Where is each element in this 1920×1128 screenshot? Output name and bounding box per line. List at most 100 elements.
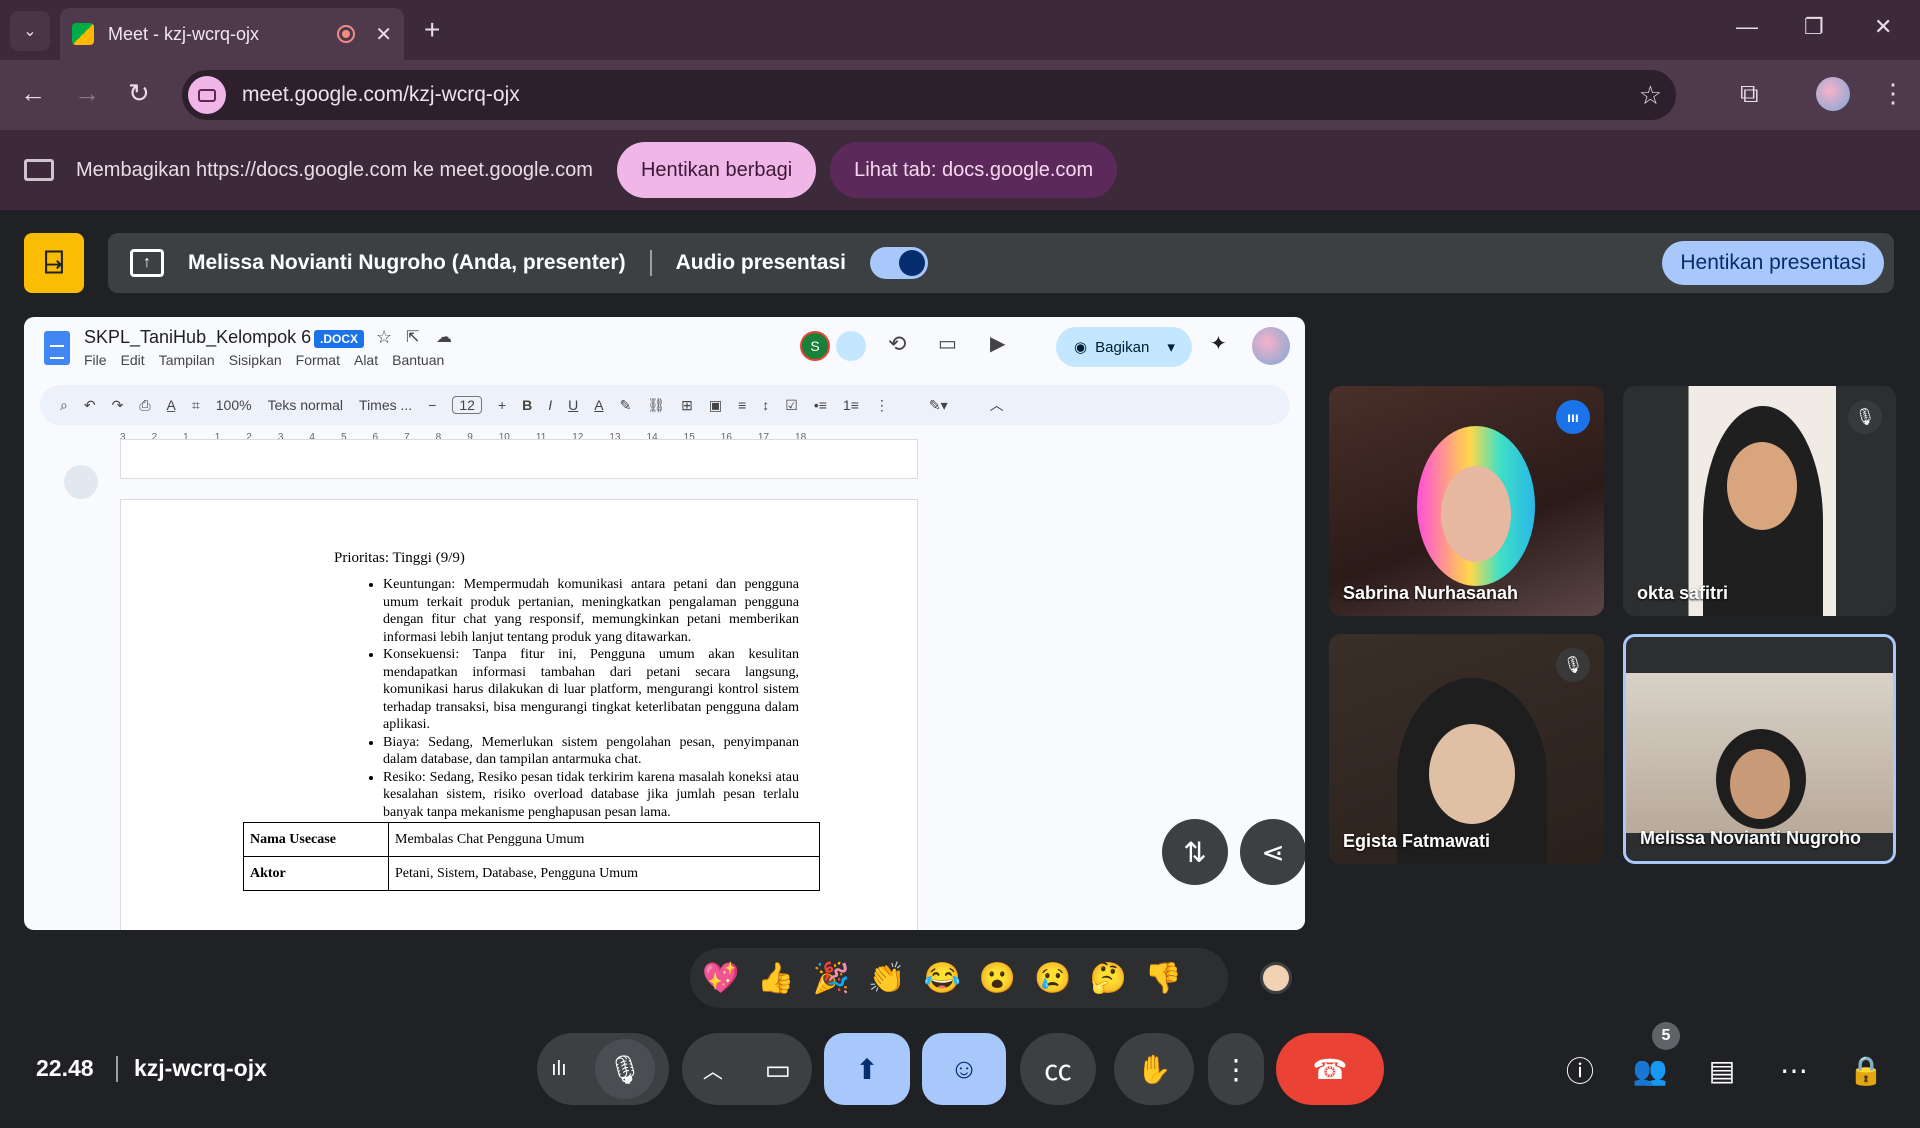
- bold-icon[interactable]: B: [522, 397, 532, 413]
- skin-tone-button[interactable]: [1260, 962, 1292, 994]
- paint-format-icon[interactable]: ⌗: [192, 397, 200, 414]
- participant-tile-self[interactable]: Melissa Novianti Nugroho: [1623, 634, 1896, 864]
- cloud-status-icon[interactable]: ☁: [436, 327, 452, 347]
- window-close-button[interactable]: ✕: [1874, 14, 1892, 40]
- host-controls-icon[interactable]: 🔒: [1846, 1050, 1886, 1090]
- reaction-crying[interactable]: 😢: [1034, 961, 1071, 996]
- present-screen-button[interactable]: ⬆: [824, 1033, 910, 1105]
- activities-icon[interactable]: ⋯: [1774, 1050, 1814, 1090]
- menu-edit[interactable]: Edit: [121, 352, 145, 368]
- link-icon[interactable]: ⛓: [647, 397, 665, 414]
- collapse-toolbar-icon[interactable]: ︿: [990, 395, 1004, 415]
- menu-view[interactable]: Tampilan: [159, 352, 215, 368]
- site-info-icon[interactable]: [188, 76, 226, 114]
- address-bar[interactable]: meet.google.com/kzj-wcrq-ojx ☆: [182, 70, 1676, 120]
- docs-logo-icon[interactable]: [44, 331, 70, 365]
- reaction-thumbs-up[interactable]: 👍: [757, 961, 794, 996]
- spellcheck-icon[interactable]: A̲: [167, 397, 176, 413]
- meeting-details-icon[interactable]: ⓘ: [1560, 1050, 1600, 1090]
- tab-search-button[interactable]: ⌄: [10, 11, 50, 51]
- audio-presentation-toggle[interactable]: [869, 247, 928, 279]
- camera-button[interactable]: ▭: [765, 1053, 791, 1086]
- meeting-code[interactable]: kzj-wcrq-ojx: [134, 1055, 267, 1082]
- leave-call-button[interactable]: ☎: [1276, 1033, 1384, 1105]
- meet-call-icon[interactable]: [836, 331, 866, 361]
- italic-icon[interactable]: I: [548, 397, 552, 413]
- print-icon[interactable]: ⎙: [139, 397, 150, 414]
- raise-hand-button[interactable]: ✋: [1114, 1033, 1194, 1105]
- underline-icon[interactable]: U: [568, 397, 578, 413]
- participant-tile[interactable]: ııı Sabrina Nurhasanah: [1329, 386, 1604, 616]
- stop-presentation-button[interactable]: Hentikan presentasi: [1662, 241, 1884, 285]
- comments-icon[interactable]: ▭: [938, 331, 957, 356]
- style-select[interactable]: Teks normal: [268, 397, 343, 413]
- insert-image-icon[interactable]: ▣: [709, 397, 722, 414]
- view-tab-button[interactable]: Lihat tab: docs.google.com: [830, 142, 1118, 198]
- reaction-thumbs-down[interactable]: 👎: [1145, 961, 1182, 996]
- minimize-button[interactable]: —: [1736, 14, 1758, 40]
- editing-mode-icon[interactable]: ✎▾: [929, 397, 948, 414]
- video-call-icon[interactable]: ▶: [990, 331, 1005, 356]
- bulleted-list-icon[interactable]: •≡: [814, 397, 827, 413]
- numbered-list-icon[interactable]: 1≡: [843, 397, 859, 413]
- add-comment-icon[interactable]: ⊞: [681, 397, 693, 414]
- restore-button[interactable]: ❐: [1804, 14, 1824, 40]
- star-icon[interactable]: ☆: [376, 327, 392, 348]
- doc-title[interactable]: SKPL_TaniHub_Kelompok 6: [84, 327, 311, 348]
- search-menus-icon[interactable]: ⌕: [60, 397, 68, 414]
- captions-button[interactable]: ㏄: [1020, 1033, 1096, 1105]
- bookmark-star-icon[interactable]: ☆: [1639, 80, 1662, 111]
- extensions-icon[interactable]: ⧉: [1740, 78, 1759, 110]
- more-options-icon[interactable]: ⋮: [875, 397, 889, 414]
- align-icon[interactable]: ≡: [738, 397, 746, 413]
- version-history-icon[interactable]: ⟲: [888, 331, 906, 357]
- font-select[interactable]: Times ...: [359, 397, 412, 413]
- increase-font-icon[interactable]: +: [498, 397, 506, 413]
- decrease-font-icon[interactable]: −: [428, 397, 436, 413]
- zoom-select[interactable]: 100%: [216, 397, 252, 413]
- doc-canvas[interactable]: Prioritas: Tinggi (9/9) Keuntungan: Memp…: [36, 439, 1305, 930]
- account-avatar[interactable]: [1252, 327, 1290, 365]
- text-color-icon[interactable]: A: [594, 397, 603, 413]
- tab-close-icon[interactable]: ✕: [375, 22, 392, 47]
- checklist-icon[interactable]: ☑: [785, 397, 798, 414]
- back-button[interactable]: ←: [20, 78, 46, 109]
- highlight-icon[interactable]: ✎: [620, 397, 632, 414]
- reaction-surprised[interactable]: 😮: [979, 961, 1016, 996]
- reaction-thinking[interactable]: 🤔: [1090, 961, 1127, 996]
- participant-tile[interactable]: 🎙 okta safitri: [1623, 386, 1896, 616]
- stop-sharing-button[interactable]: Hentikan berbagi: [616, 142, 817, 198]
- microphone-button[interactable]: 🎙: [594, 1039, 655, 1099]
- participant-tile[interactable]: 🎙 Egista Fatmawati: [1329, 634, 1604, 864]
- reactions-button[interactable]: ☺: [922, 1033, 1006, 1105]
- undo-icon[interactable]: ↶: [84, 397, 96, 414]
- share-button[interactable]: ◉ Bagikan ▾: [1056, 327, 1192, 367]
- menu-tools[interactable]: Alat: [354, 352, 378, 368]
- chat-icon[interactable]: ▤: [1702, 1050, 1742, 1090]
- redo-icon[interactable]: ↷: [112, 397, 124, 414]
- reload-button[interactable]: ↻: [128, 78, 150, 109]
- menu-format[interactable]: Format: [296, 352, 340, 368]
- reaction-clapping[interactable]: 👏: [868, 961, 905, 996]
- swap-layout-button[interactable]: ⇅: [1162, 819, 1228, 885]
- line-spacing-icon[interactable]: ↕: [762, 397, 769, 413]
- more-options-button[interactable]: ⋮: [1208, 1033, 1264, 1105]
- share-fab-button[interactable]: ⋖: [1240, 819, 1305, 885]
- move-icon[interactable]: ⇱: [406, 327, 419, 347]
- font-size-input[interactable]: 12: [452, 396, 482, 414]
- reaction-party-popper[interactable]: 🎉: [813, 961, 850, 996]
- menu-help[interactable]: Bantuan: [392, 352, 444, 368]
- meet-activities-icon[interactable]: ⍈: [24, 233, 84, 293]
- reaction-sparkling-heart[interactable]: 💖: [702, 961, 739, 996]
- new-tab-button[interactable]: +: [424, 14, 440, 46]
- reaction-laughing[interactable]: 😂: [923, 961, 960, 996]
- browser-tab[interactable]: Meet - kzj-wcrq-ojx ✕: [60, 8, 404, 60]
- forward-button[interactable]: →: [74, 78, 100, 109]
- browser-menu-icon[interactable]: ⋮: [1880, 78, 1906, 109]
- profile-avatar[interactable]: [1816, 77, 1850, 111]
- collaborator-avatar[interactable]: S: [800, 331, 830, 361]
- gemini-icon[interactable]: ✦: [1210, 331, 1227, 356]
- menu-insert[interactable]: Sisipkan: [229, 352, 282, 368]
- document-outline-icon[interactable]: [64, 465, 98, 499]
- doc-page[interactable]: Prioritas: Tinggi (9/9) Keuntungan: Memp…: [120, 499, 918, 930]
